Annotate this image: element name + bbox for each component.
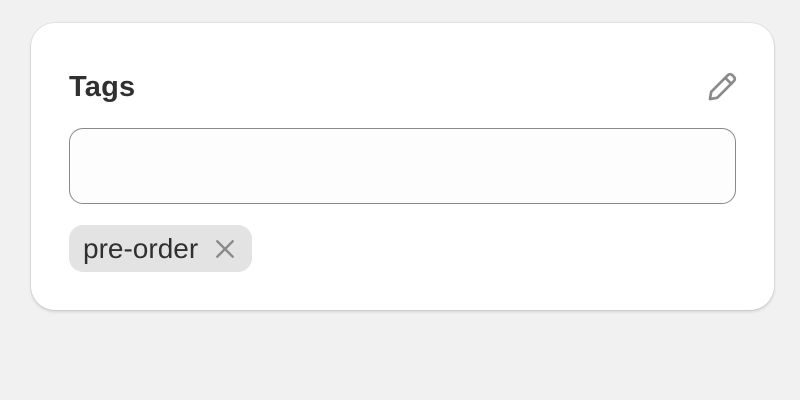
tag-label: pre-order (83, 232, 199, 264)
tag-list: pre-order (69, 225, 253, 272)
close-icon (216, 239, 235, 258)
card-title: Tags (69, 70, 136, 103)
tag-input[interactable] (69, 128, 736, 204)
edit-tags-button[interactable] (702, 67, 742, 107)
remove-tag-button[interactable] (210, 234, 240, 264)
tag-chip: pre-order (69, 225, 253, 272)
card-header: Tags (69, 67, 737, 107)
pencil-icon (708, 72, 737, 101)
tags-card: Tags pre-order (31, 23, 774, 310)
